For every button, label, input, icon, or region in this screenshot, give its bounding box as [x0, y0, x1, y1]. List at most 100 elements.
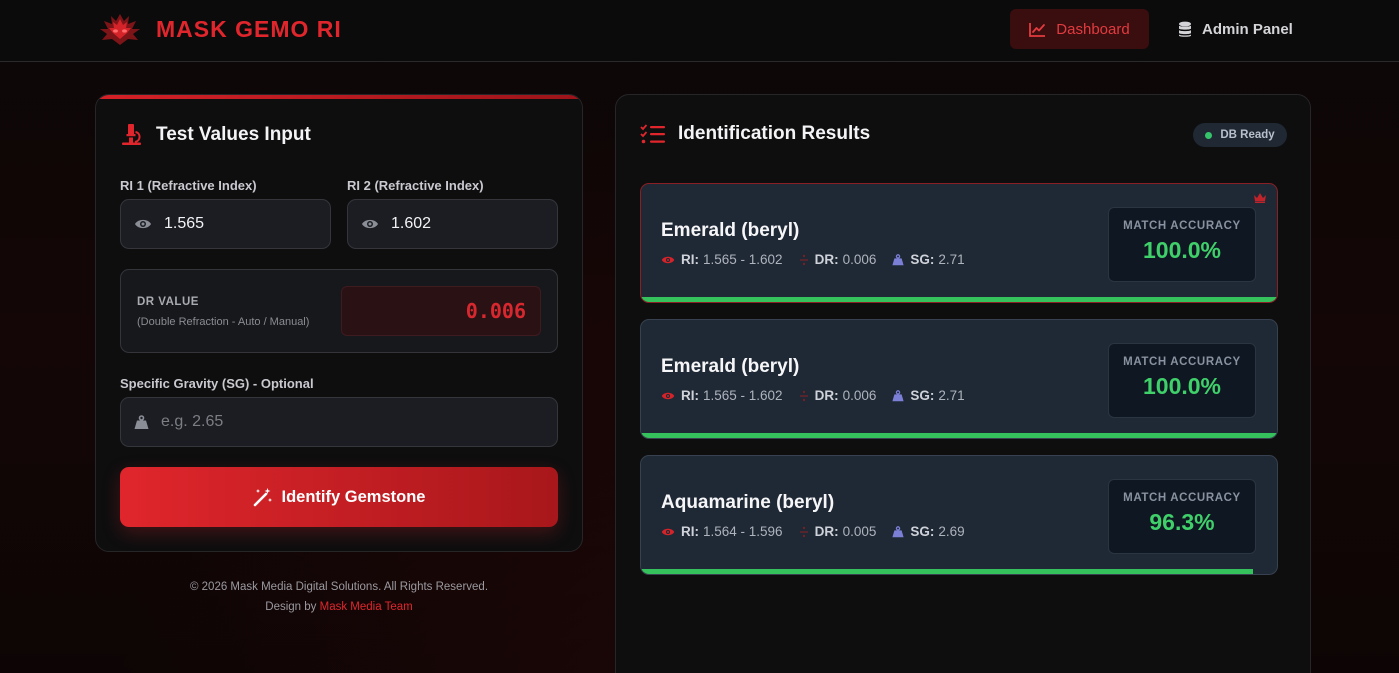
dr-property: DR: 0.006 — [799, 388, 877, 403]
dr-key: DR: — [814, 252, 839, 267]
brand-title: MASK GEMO RI — [156, 15, 342, 42]
dr-title: DR VALUE — [137, 296, 199, 308]
card-header: Test Values Input — [120, 123, 311, 147]
sg-key: SG: — [910, 388, 935, 403]
ri2-label: RI 2 (Refractive Index) — [347, 178, 484, 193]
eye-icon — [661, 256, 675, 263]
sg-property: SG: 2.71 — [892, 252, 965, 267]
mask-logo-icon — [100, 14, 140, 45]
accuracy-label: MATCH ACCURACY — [1123, 356, 1241, 368]
dr-value: 0.005 — [842, 524, 877, 539]
sg-value: 2.71 — [938, 388, 965, 403]
identify-gemstone-button[interactable]: Identify Gemstone — [120, 467, 558, 527]
nav-admin-label: Admin Panel — [1202, 20, 1293, 38]
result-card[interactable]: Emerald (beryl) RI: 1.565 - 1.602 DR: 0.00… — [640, 183, 1278, 303]
dr-property: DR: 0.005 — [799, 524, 877, 539]
gem-name: Aquamarine (beryl) — [661, 492, 835, 513]
sg-input[interactable] — [161, 413, 301, 431]
chart-line-icon — [1029, 22, 1046, 37]
ri-property: RI: 1.565 - 1.602 — [661, 252, 783, 267]
crown-icon — [1254, 193, 1266, 203]
sg-key: SG: — [910, 524, 935, 539]
eye-icon — [135, 219, 151, 229]
card-accent-bar — [96, 95, 582, 99]
accuracy-label: MATCH ACCURACY — [1123, 220, 1241, 232]
gem-properties: RI: 1.565 - 1.602 DR: 0.006 SG: 2.71 — [661, 388, 981, 403]
ri1-input[interactable] — [164, 215, 304, 233]
sg-field[interactable] — [120, 397, 558, 447]
divide-icon — [799, 254, 808, 265]
dr-subtitle: (Double Refraction - Auto / Manual) — [137, 316, 310, 328]
accuracy-value: 100.0% — [1142, 373, 1221, 399]
dr-value: 0.006 — [842, 388, 877, 403]
sg-key: SG: — [910, 252, 935, 267]
ri-value: 1.565 - 1.602 — [703, 388, 783, 403]
sg-property: SG: 2.69 — [892, 524, 965, 539]
result-card[interactable]: Aquamarine (beryl) RI: 1.564 - 1.596 DR: 0… — [640, 455, 1278, 575]
identification-results-card: Identification Results DB Ready Emerald … — [615, 94, 1311, 673]
microscope-icon — [122, 124, 141, 145]
ri-key: RI: — [681, 388, 699, 403]
eye-icon — [661, 528, 675, 535]
match-accuracy-box: MATCH ACCURACY 96.3% — [1108, 479, 1256, 554]
eye-icon — [661, 392, 675, 399]
accuracy-progress-bar — [641, 433, 1277, 438]
database-icon — [1179, 21, 1191, 37]
weight-icon — [892, 253, 904, 265]
gem-name: Emerald (beryl) — [661, 356, 800, 377]
db-status-badge: DB Ready — [1193, 123, 1287, 147]
nav-admin-panel-button[interactable]: Admin Panel — [1178, 9, 1293, 49]
sg-label: Specific Gravity (SG) - Optional — [120, 376, 314, 391]
match-accuracy-box: MATCH ACCURACY 100.0% — [1108, 207, 1256, 282]
divide-icon — [799, 526, 808, 537]
weight-icon — [892, 389, 904, 401]
dr-property: DR: 0.006 — [799, 252, 877, 267]
dr-key: DR: — [814, 388, 839, 403]
ri-key: RI: — [681, 524, 699, 539]
accuracy-label: MATCH ACCURACY — [1123, 492, 1241, 504]
footer-team-link[interactable]: Mask Media Team — [320, 601, 413, 613]
test-values-card: Test Values Input RI 1 (Refractive Index… — [95, 94, 583, 552]
footer: © 2026 Mask Media Digital Solutions. All… — [95, 577, 583, 617]
results-title: Identification Results — [678, 123, 871, 144]
status-dot-icon — [1205, 131, 1213, 139]
sg-property: SG: 2.71 — [892, 388, 965, 403]
card-title: Test Values Input — [156, 124, 311, 145]
gem-properties: RI: 1.565 - 1.602 DR: 0.006 SG: 2.71 — [661, 252, 981, 267]
sg-value: 2.69 — [938, 524, 965, 539]
ri-value: 1.565 - 1.602 — [703, 252, 783, 267]
footer-credit-prefix: Design by — [265, 601, 320, 613]
results-header: Identification Results — [640, 123, 870, 145]
accuracy-value: 100.0% — [1142, 237, 1221, 263]
ri-value: 1.564 - 1.596 — [703, 524, 783, 539]
divide-icon — [799, 390, 808, 401]
list-check-icon — [640, 124, 665, 144]
result-card[interactable]: Emerald (beryl) RI: 1.565 - 1.602 DR: 0.00… — [640, 319, 1278, 439]
accuracy-progress-bar — [641, 569, 1254, 574]
nav-dashboard-label: Dashboard — [1056, 20, 1130, 38]
identify-button-label: Identify Gemstone — [281, 487, 426, 506]
dr-value: 0.006 — [842, 252, 877, 267]
dr-value-box: DR VALUE (Double Refraction - Auto / Man… — [120, 269, 558, 353]
top-navbar: MASK GEMO RI Dashboard Admin Panel — [0, 0, 1399, 62]
ri-property: RI: 1.564 - 1.596 — [661, 524, 783, 539]
match-accuracy-box: MATCH ACCURACY 100.0% — [1108, 343, 1256, 418]
accuracy-value: 96.3% — [1149, 509, 1215, 535]
brand[interactable]: MASK GEMO RI — [98, 12, 342, 46]
accuracy-progress-bar — [641, 297, 1277, 302]
ri1-label: RI 1 (Refractive Index) — [120, 178, 257, 193]
ri1-field[interactable] — [120, 199, 331, 249]
ri2-field[interactable] — [347, 199, 558, 249]
footer-copyright: © 2026 Mask Media Digital Solutions. All… — [189, 581, 489, 593]
eye-icon — [362, 219, 378, 229]
nav-dashboard-button[interactable]: Dashboard — [1010, 9, 1149, 49]
ri2-input[interactable] — [391, 215, 531, 233]
db-status-label: DB Ready — [1220, 129, 1275, 141]
dr-key: DR: — [814, 524, 839, 539]
dr-value-input[interactable]: 0.006 — [341, 286, 541, 336]
gem-properties: RI: 1.564 - 1.596 DR: 0.005 SG: 2.69 — [661, 524, 981, 539]
weight-icon — [892, 525, 904, 537]
ri-property: RI: 1.565 - 1.602 — [661, 388, 783, 403]
magic-wand-icon — [253, 488, 272, 507]
sg-value: 2.71 — [938, 252, 965, 267]
